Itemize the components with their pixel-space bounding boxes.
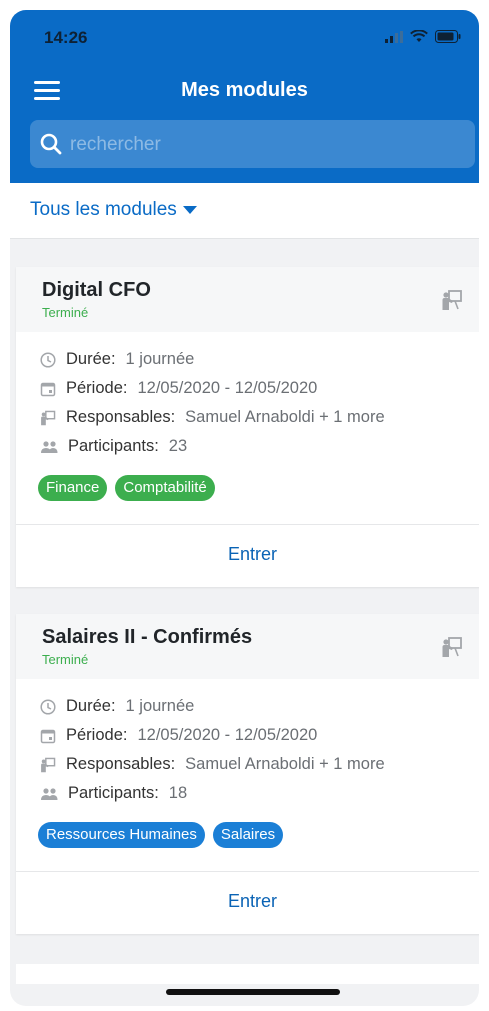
phone-screen: 14:26 Mes modules rechercher Tous les mo… — [10, 10, 479, 1006]
period-row: Période: 12/05/2020 - 12/05/2020 — [40, 379, 317, 398]
duration-value: 1 journée — [125, 350, 195, 368]
search-bar[interactable] — [30, 120, 475, 170]
participants-value: 23 — [168, 437, 188, 455]
status-time: 14:26 — [44, 28, 88, 47]
filter-label: Tous les modules — [30, 199, 177, 220]
page-title: Mes modules — [181, 79, 308, 101]
battery-icon — [435, 30, 461, 43]
period-value: 12/05/2020 - 12/05/2020 — [137, 379, 318, 397]
duration-label: Durée: — [66, 350, 116, 368]
module-card-header: Salaires II - Confirmés Terminé — [16, 614, 479, 679]
module-card: Digital CFO Terminé Durée: 1 journée Pér… — [16, 267, 479, 587]
responsables-label: Responsables: — [66, 755, 176, 773]
search-input[interactable] — [68, 120, 462, 170]
filter-bar: Tous les modules — [10, 183, 479, 239]
clock-icon — [40, 351, 56, 368]
tag-badge[interactable]: Ressources Humaines — [38, 822, 205, 848]
period-value: 12/05/2020 - 12/05/2020 — [137, 726, 318, 744]
participants-label: Participants: — [68, 784, 159, 802]
tag-list: Ressources Humaines Salaires — [38, 822, 284, 848]
responsables-label: Responsables: — [66, 408, 176, 426]
enter-button[interactable]: Entrer — [16, 544, 479, 565]
next-card-peek — [16, 964, 479, 984]
signal-icon — [385, 30, 403, 43]
duration-row: Durée: 1 journée — [40, 350, 194, 369]
status-icons — [385, 30, 461, 43]
module-card-footer: Entrer — [16, 872, 479, 934]
participants-row: Participants: 23 — [40, 437, 187, 456]
participants-label: Participants: — [68, 437, 159, 455]
trainer-icon — [41, 410, 56, 425]
trainer-icon — [442, 637, 462, 657]
tag-list: Finance Comptabilité — [38, 475, 215, 501]
period-label: Période: — [66, 726, 128, 744]
duration-label: Durée: — [66, 697, 116, 715]
module-card-header: Digital CFO Terminé — [16, 267, 479, 332]
module-card: Salaires II - Confirmés Terminé Durée: 1… — [16, 614, 479, 934]
app-header: 14:26 Mes modules — [10, 10, 479, 183]
responsables-value: Samuel Arnaboldi + 1 more — [185, 408, 385, 426]
home-indicator[interactable] — [166, 989, 340, 995]
period-row: Période: 12/05/2020 - 12/05/2020 — [40, 726, 317, 745]
participants-icon — [41, 787, 58, 800]
trainer-icon — [442, 290, 462, 310]
participants-icon — [41, 440, 58, 453]
calendar-icon — [40, 729, 56, 743]
module-card-body: Durée: 1 journée Période: 12/05/2020 - 1… — [16, 332, 479, 525]
tag-badge[interactable]: Finance — [38, 475, 108, 501]
trainer-icon — [41, 757, 56, 772]
module-status: Terminé — [42, 305, 89, 320]
enter-button[interactable]: Entrer — [16, 891, 479, 912]
responsables-value: Samuel Arnaboldi + 1 more — [185, 755, 385, 773]
responsables-row: Responsables: Samuel Arnaboldi + 1 more — [40, 755, 385, 774]
module-title: Salaires II - Confirmés — [42, 626, 253, 648]
calendar-icon — [40, 382, 56, 396]
search-icon — [40, 133, 62, 155]
participants-value: 18 — [168, 784, 188, 802]
module-filter-dropdown[interactable]: Tous les modules — [30, 199, 197, 221]
module-card-body: Durée: 1 journée Période: 12/05/2020 - 1… — [16, 679, 479, 872]
wifi-icon — [410, 30, 428, 42]
participants-row: Participants: 18 — [40, 784, 187, 803]
clock-icon — [40, 698, 56, 715]
tag-badge[interactable]: Comptabilité — [115, 475, 215, 501]
module-card-footer: Entrer — [16, 525, 479, 587]
duration-value: 1 journée — [125, 697, 195, 715]
responsables-row: Responsables: Samuel Arnaboldi + 1 more — [40, 408, 385, 427]
period-label: Période: — [66, 379, 128, 397]
caret-down-icon — [182, 205, 197, 214]
duration-row: Durée: 1 journée — [40, 697, 194, 716]
tag-badge[interactable]: Salaires — [212, 822, 284, 848]
module-title: Digital CFO — [42, 279, 151, 301]
module-status: Terminé — [42, 652, 89, 667]
